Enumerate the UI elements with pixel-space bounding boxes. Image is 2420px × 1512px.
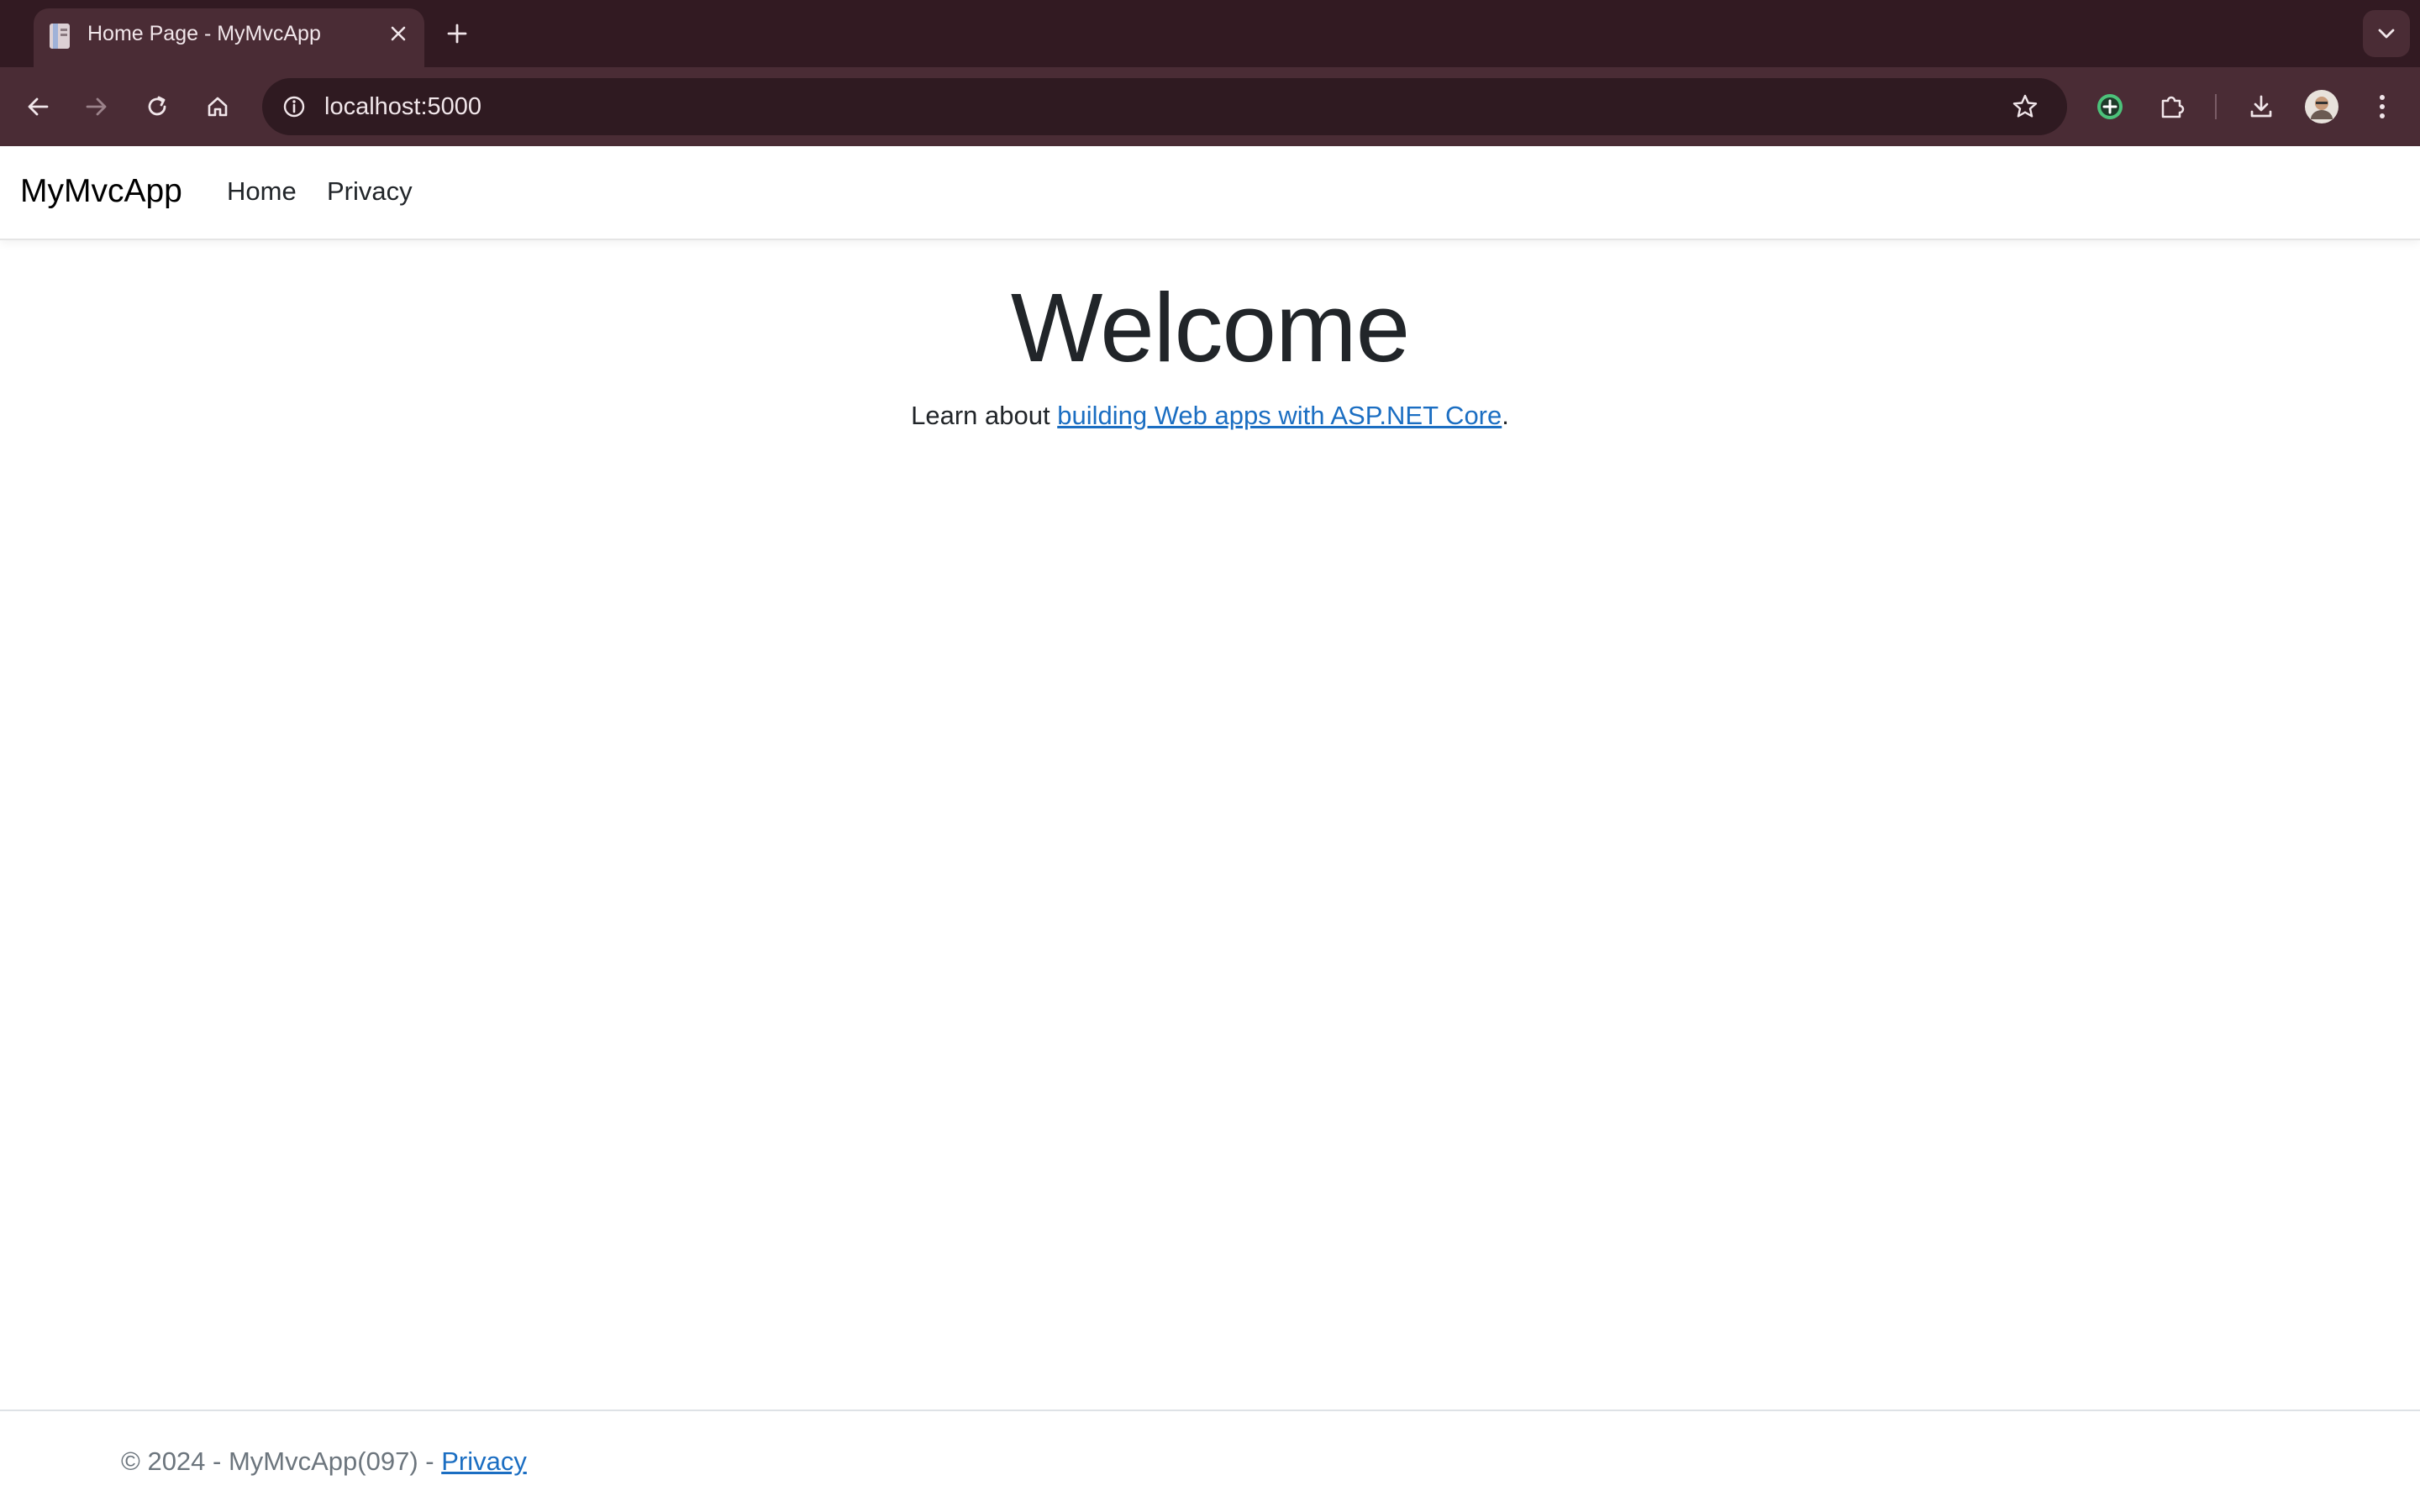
close-icon[interactable] xyxy=(383,18,413,49)
nav-link-privacy[interactable]: Privacy xyxy=(327,171,413,212)
extensions-puzzle-icon[interactable] xyxy=(2151,86,2193,128)
forward-arrow-icon[interactable] xyxy=(76,86,118,128)
chevron-down-icon[interactable] xyxy=(2363,10,2410,57)
learn-paragraph: Learn about building Web apps with ASP.N… xyxy=(0,395,2420,437)
url-text[interactable]: localhost:5000 xyxy=(324,78,481,135)
aspnet-docs-link[interactable]: building Web apps with ASP.NET Core xyxy=(1057,401,1502,430)
footer-privacy-link[interactable]: Privacy xyxy=(441,1446,527,1476)
extension-add-icon[interactable] xyxy=(2089,86,2131,128)
footer-text: © 2024 - MyMvcApp(097) - Privacy xyxy=(121,1441,527,1482)
bookmark-star-icon[interactable] xyxy=(2005,87,2045,127)
toolbar-divider xyxy=(2215,94,2217,119)
nav-link-home[interactable]: Home xyxy=(227,171,297,212)
address-bar[interactable]: localhost:5000 xyxy=(262,78,2067,135)
plus-icon[interactable] xyxy=(440,17,474,50)
page-title: Welcome xyxy=(1010,273,1410,382)
site-footer: © 2024 - MyMvcApp(097) - Privacy xyxy=(0,1410,2420,1512)
more-vertical-icon[interactable] xyxy=(2361,86,2403,128)
browser-tab[interactable]: Home Page - MyMvcApp xyxy=(34,8,424,69)
navbar-brand[interactable]: MyMvcApp xyxy=(20,170,182,213)
site-navbar: MyMvcApp Home Privacy xyxy=(0,146,2420,240)
footer-copyright: © 2024 - MyMvcApp(097) - xyxy=(121,1446,442,1476)
info-icon[interactable] xyxy=(274,87,314,127)
browser-toolbar: localhost:5000 xyxy=(0,67,2420,146)
browser-tab-strip: Home Page - MyMvcApp xyxy=(0,0,2420,69)
tab-title: Home Page - MyMvcApp xyxy=(87,22,321,45)
home-icon[interactable] xyxy=(197,86,239,128)
document-icon xyxy=(47,22,76,52)
learn-prefix: Learn about xyxy=(911,401,1058,430)
learn-suffix: . xyxy=(1502,401,1509,430)
avatar[interactable] xyxy=(2301,86,2343,128)
download-icon[interactable] xyxy=(2240,86,2282,128)
reload-icon[interactable] xyxy=(136,86,178,128)
back-arrow-icon[interactable] xyxy=(17,86,59,128)
